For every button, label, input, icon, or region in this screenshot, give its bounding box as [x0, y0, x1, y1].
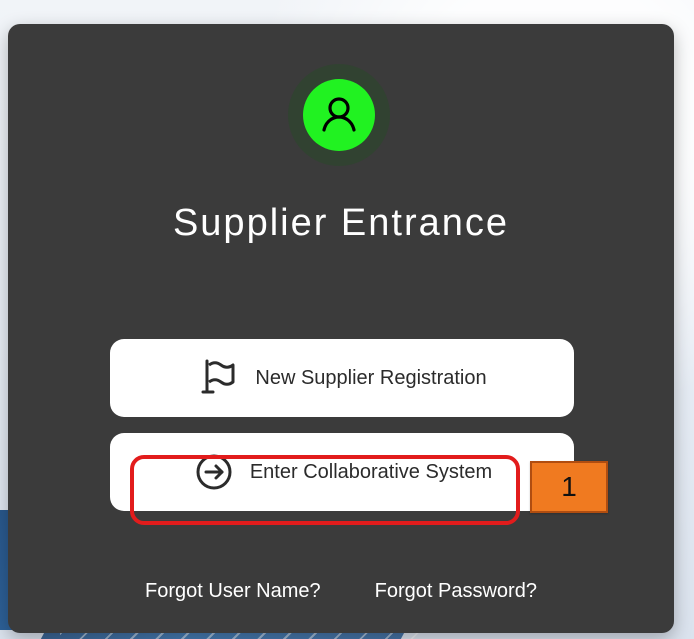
user-icon	[322, 97, 356, 132]
enter-arrow-icon	[192, 450, 236, 494]
forgot-password-link[interactable]: Forgot Password?	[375, 580, 537, 603]
new-supplier-registration-label: New Supplier Registration	[255, 366, 487, 389]
enter-collaborative-system-label: Enter Collaborative System	[249, 460, 493, 483]
new-supplier-registration-button[interactable]: New Supplier Registration	[110, 339, 574, 417]
avatar	[288, 64, 390, 166]
forgot-user-name-link[interactable]: Forgot User Name?	[145, 580, 321, 603]
avatar-circle	[303, 79, 375, 151]
footer-links: Forgot User Name? Forgot Password?	[8, 580, 674, 603]
annotation-step-badge: 1	[530, 461, 608, 513]
flag-icon	[197, 356, 241, 400]
supplier-entrance-card: Supplier Entrance New Supplier Registrat…	[8, 24, 674, 633]
page-title: Supplier Entrance	[172, 202, 510, 244]
enter-collaborative-system-button[interactable]: Enter Collaborative System	[110, 433, 574, 511]
